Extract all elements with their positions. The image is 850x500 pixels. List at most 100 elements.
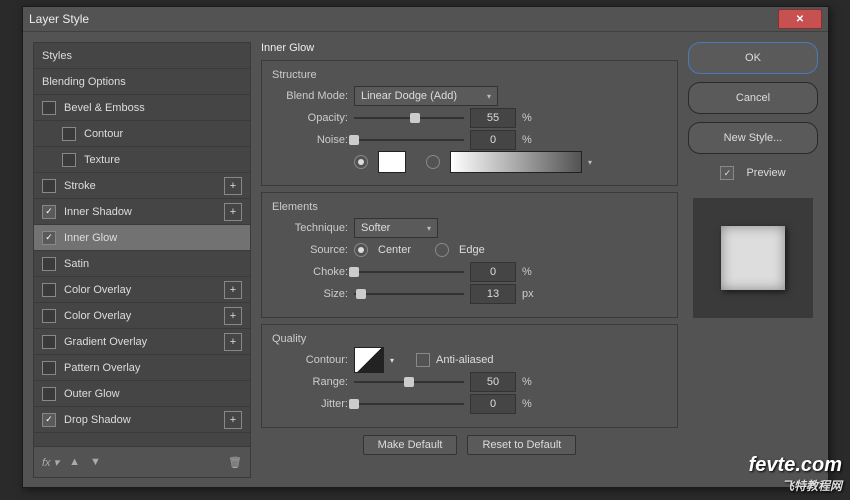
add-effect-icon[interactable]: + — [224, 411, 242, 429]
opacity-input[interactable] — [470, 108, 516, 128]
ok-button[interactable]: OK — [688, 42, 818, 74]
source-edge-radio[interactable] — [435, 243, 449, 257]
noise-slider[interactable] — [354, 133, 464, 147]
choke-label: Choke: — [272, 266, 348, 278]
styles-sidebar: StylesBlending Options Bevel & Emboss Cont… — [33, 42, 251, 478]
noise-label: Noise: — [272, 134, 348, 146]
style-item-satin[interactable]: Satin — [34, 251, 250, 277]
blend-mode-label: Blend Mode: — [272, 90, 348, 102]
fx-icon[interactable]: fx ▾ — [42, 456, 59, 469]
style-item-color-overlay[interactable]: Color Overlay+ — [34, 277, 250, 303]
make-default-button[interactable]: Make Default — [363, 435, 458, 455]
style-item-bevel-emboss[interactable]: Bevel & Emboss — [34, 95, 250, 121]
style-checkbox[interactable]: ✓ — [42, 231, 56, 245]
style-checkbox[interactable] — [42, 309, 56, 323]
technique-dropdown[interactable]: Softer▾ — [354, 218, 438, 238]
titlebar[interactable]: Layer Style ✕ — [23, 7, 828, 32]
layer-style-dialog: Layer Style ✕ StylesBlending Options Beve… — [22, 6, 829, 488]
close-button[interactable]: ✕ — [778, 9, 822, 29]
chevron-down-icon[interactable]: ▾ — [390, 356, 394, 365]
add-effect-icon[interactable]: + — [224, 307, 242, 325]
elements-group: Elements Technique: Softer▾ Source: Cent… — [261, 192, 678, 318]
source-center-radio[interactable] — [354, 243, 368, 257]
style-item-inner-glow[interactable]: ✓ Inner Glow — [34, 225, 250, 251]
style-checkbox[interactable]: ✓ — [42, 205, 56, 219]
add-effect-icon[interactable]: + — [224, 203, 242, 221]
structure-label: Structure — [272, 69, 667, 81]
trash-icon[interactable]: 🗑 — [228, 456, 242, 469]
opacity-slider[interactable] — [354, 111, 464, 125]
chevron-down-icon: ▾ — [427, 224, 431, 233]
range-slider[interactable] — [354, 375, 464, 389]
style-item-pattern-overlay[interactable]: Pattern Overlay — [34, 355, 250, 381]
style-checkbox[interactable] — [42, 283, 56, 297]
style-checkbox[interactable] — [42, 101, 56, 115]
color-swatch[interactable] — [378, 151, 406, 173]
add-effect-icon[interactable]: + — [224, 333, 242, 351]
style-item-stroke[interactable]: Stroke + — [34, 173, 250, 199]
style-item-inner-shadow[interactable]: ✓ Inner Shadow + — [34, 199, 250, 225]
style-checkbox[interactable] — [42, 387, 56, 401]
range-input[interactable] — [470, 372, 516, 392]
gradient-radio[interactable] — [426, 155, 440, 169]
structure-group: Structure Blend Mode: Linear Dodge (Add)… — [261, 60, 678, 186]
settings-panel: Inner Glow Structure Blend Mode: Linear … — [261, 42, 678, 478]
elements-label: Elements — [272, 201, 667, 213]
contour-picker[interactable] — [354, 347, 384, 373]
color-radio[interactable] — [354, 155, 368, 169]
range-label: Range: — [272, 376, 348, 388]
style-label: Inner Shadow — [64, 206, 132, 218]
style-checkbox[interactable] — [42, 335, 56, 349]
style-checkbox[interactable]: ✓ — [42, 413, 56, 427]
style-label: Stroke — [64, 180, 96, 192]
style-label: Outer Glow — [64, 388, 120, 400]
add-effect-icon[interactable]: + — [224, 177, 242, 195]
watermark: fevte.com 飞特教程网 — [749, 454, 842, 494]
panel-title: Inner Glow — [261, 42, 678, 54]
style-label: Gradient Overlay — [64, 336, 147, 348]
style-checkbox[interactable] — [42, 179, 56, 193]
style-label: Color Overlay — [64, 310, 131, 322]
right-panel: OK Cancel New Style... ✓ Preview — [688, 42, 818, 478]
preview-checkbox[interactable]: ✓ — [720, 166, 734, 180]
style-label: Inner Glow — [64, 232, 117, 244]
style-item-contour[interactable]: Contour — [34, 121, 250, 147]
blend-mode-dropdown[interactable]: Linear Dodge (Add)▾ — [354, 86, 498, 106]
move-up-icon[interactable]: ▲ — [69, 456, 80, 468]
size-slider[interactable] — [354, 287, 464, 301]
cancel-button[interactable]: Cancel — [688, 82, 818, 114]
choke-slider[interactable] — [354, 265, 464, 279]
reset-default-button[interactable]: Reset to Default — [467, 435, 576, 455]
contour-label: Contour: — [272, 354, 348, 366]
style-item-color-overlay[interactable]: Color Overlay + — [34, 303, 250, 329]
chevron-down-icon[interactable]: ▾ — [588, 158, 592, 167]
jitter-input[interactable] — [470, 394, 516, 414]
noise-input[interactable] — [470, 130, 516, 150]
style-checkbox[interactable] — [42, 361, 56, 375]
quality-group: Quality Contour: ▾ Anti-aliased Range: % — [261, 324, 678, 428]
jitter-slider[interactable] — [354, 397, 464, 411]
blending-options-header[interactable]: Blending Options — [34, 69, 250, 95]
size-input[interactable] — [470, 284, 516, 304]
styles-header[interactable]: Styles — [34, 43, 250, 69]
style-item-texture[interactable]: Texture — [34, 147, 250, 173]
anti-aliased-checkbox[interactable] — [416, 353, 430, 367]
style-checkbox[interactable] — [62, 127, 76, 141]
style-item-gradient-overlay[interactable]: Gradient Overlay + — [34, 329, 250, 355]
style-checkbox[interactable] — [42, 257, 56, 271]
style-label: Contour — [84, 128, 123, 140]
size-label: Size: — [272, 288, 348, 300]
style-label: Bevel & Emboss — [64, 102, 145, 114]
sidebar-footer: fx ▾ ▲ ▼ 🗑 — [33, 447, 251, 478]
source-label: Source: — [272, 244, 348, 256]
gradient-swatch[interactable] — [450, 151, 582, 173]
opacity-label: Opacity: — [272, 112, 348, 124]
add-effect-icon[interactable]: + — [224, 281, 242, 299]
move-down-icon[interactable]: ▼ — [90, 456, 101, 468]
style-item-drop-shadow[interactable]: ✓Drop Shadow+ — [34, 407, 250, 433]
style-label: Texture — [84, 154, 120, 166]
choke-input[interactable] — [470, 262, 516, 282]
style-checkbox[interactable] — [62, 153, 76, 167]
style-item-outer-glow[interactable]: Outer Glow — [34, 381, 250, 407]
new-style-button[interactable]: New Style... — [688, 122, 818, 154]
